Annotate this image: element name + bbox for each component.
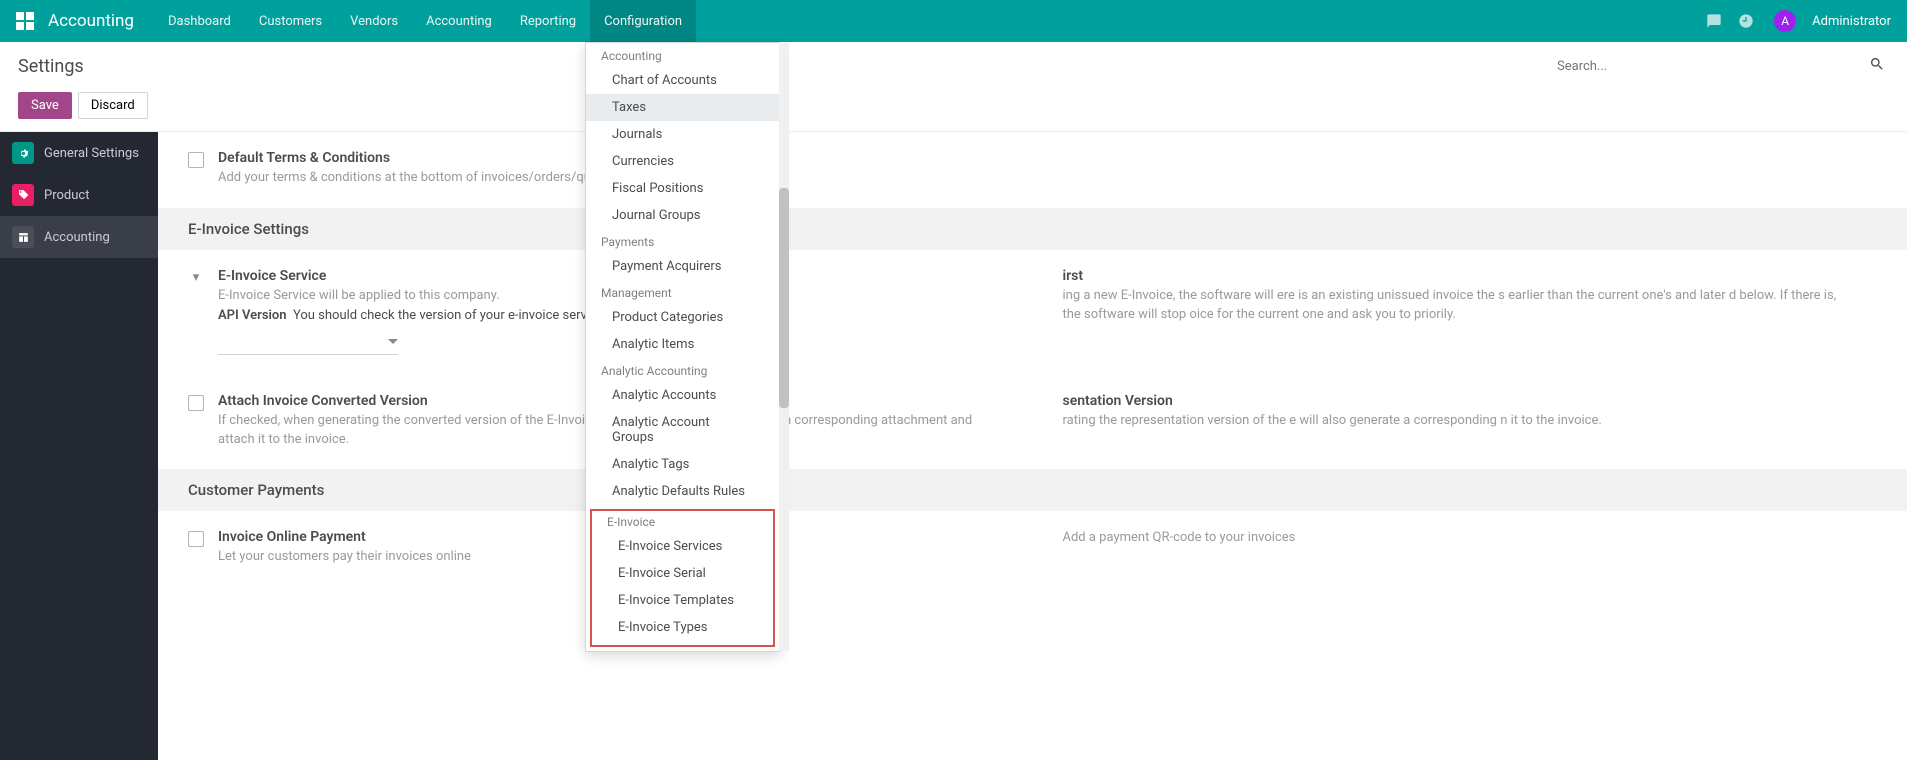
accounting-icon — [12, 226, 34, 248]
main-nav: Dashboard Customers Vendors Accounting R… — [154, 0, 696, 42]
dd-item-analytic-account-groups[interactable]: Analytic Account Groups — [586, 409, 779, 451]
dd-item-einvoice-services[interactable]: E-Invoice Services — [592, 533, 773, 560]
scrollbar-thumb[interactable] — [779, 188, 789, 408]
sidebar-item-label: General Settings — [44, 146, 139, 161]
dd-highlight-box: E-Invoice E-Invoice Services E-Invoice S… — [590, 509, 775, 647]
dd-group-management: Management — [586, 280, 779, 304]
settings-content[interactable]: Default Terms & Conditions Add your term… — [158, 132, 1907, 760]
nav-customers[interactable]: Customers — [245, 0, 336, 42]
user-name[interactable]: Administrator — [1812, 14, 1891, 29]
setting-desc: Add a payment QR-code to your invoices — [1063, 529, 1848, 548]
chat-icon[interactable] — [1706, 13, 1722, 29]
dd-item-analytic-tags[interactable]: Analytic Tags — [586, 451, 779, 478]
search-button[interactable] — [1865, 52, 1889, 80]
dd-item-analytic-defaults[interactable]: Analytic Defaults Rules — [586, 478, 779, 505]
dd-item-journal-groups[interactable]: Journal Groups — [586, 202, 779, 229]
page-title: Settings — [18, 56, 84, 77]
search-wrap — [1557, 52, 1889, 80]
checkbox-attach[interactable] — [188, 395, 204, 411]
dd-item-analytic-items[interactable]: Analytic Items — [586, 331, 779, 358]
discard-button[interactable]: Discard — [78, 92, 148, 119]
nav-dashboard[interactable]: Dashboard — [154, 0, 245, 42]
sidebar-item-label: Product — [44, 188, 89, 203]
apps-icon[interactable] — [16, 12, 34, 30]
chevron-down-icon[interactable]: ▾ — [188, 270, 204, 286]
section-einvoice: E-Invoice Settings — [158, 208, 1907, 250]
save-button[interactable]: Save — [18, 92, 72, 119]
topbar: Accounting Dashboard Customers Vendors A… — [0, 0, 1907, 42]
checkbox-terms[interactable] — [188, 152, 204, 168]
dd-group-analytic: Analytic Accounting — [586, 358, 779, 382]
nav-vendors[interactable]: Vendors — [336, 0, 412, 42]
scrollbar[interactable] — [779, 43, 789, 651]
sidebar-item-accounting[interactable]: Accounting — [0, 216, 158, 258]
sidebar-item-label: Accounting — [44, 230, 110, 245]
dd-item-chart-of-accounts[interactable]: Chart of Accounts — [586, 67, 779, 94]
settings-sidebar: General Settings Product Accounting — [0, 132, 158, 760]
brand-title[interactable]: Accounting — [48, 11, 134, 31]
setting-title: irst — [1063, 268, 1848, 284]
dd-item-payment-acquirers[interactable]: Payment Acquirers — [586, 253, 779, 280]
dd-item-einvoice-types[interactable]: E-Invoice Types — [592, 614, 773, 641]
checkbox-online-payment[interactable] — [188, 531, 204, 547]
avatar[interactable]: A — [1774, 10, 1796, 32]
config-dropdown: Accounting Chart of Accounts Taxes Journ… — [585, 42, 780, 652]
nav-reporting[interactable]: Reporting — [506, 0, 590, 42]
setting-desc: ing a new E-Invoice, the software will e… — [1063, 287, 1848, 325]
search-input[interactable] — [1557, 59, 1857, 74]
sidebar-item-product[interactable]: Product — [0, 174, 158, 216]
nav-right: A Administrator — [1706, 10, 1891, 32]
subheader: Settings — [0, 42, 1907, 84]
clock-icon[interactable] — [1738, 13, 1754, 29]
setting-desc: rating the representation version of the… — [1063, 412, 1848, 431]
dd-item-einvoice-templates[interactable]: E-Invoice Templates — [592, 587, 773, 614]
dd-item-product-categories[interactable]: Product Categories — [586, 304, 779, 331]
dd-group-payments: Payments — [586, 229, 779, 253]
dd-item-taxes[interactable]: Taxes — [586, 94, 779, 121]
dd-group-accounting: Accounting — [586, 43, 779, 67]
dd-item-currencies[interactable]: Currencies — [586, 148, 779, 175]
setting-title: sentation Version — [1063, 393, 1848, 409]
nav-accounting[interactable]: Accounting — [412, 0, 506, 42]
dd-item-fiscal-positions[interactable]: Fiscal Positions — [586, 175, 779, 202]
dd-item-journals[interactable]: Journals — [586, 121, 779, 148]
tag-icon — [12, 184, 34, 206]
section-customer-payments: Customer Payments — [158, 469, 1907, 511]
dd-item-analytic-accounts[interactable]: Analytic Accounts — [586, 382, 779, 409]
dd-item-einvoice-serial[interactable]: E-Invoice Serial — [592, 560, 773, 587]
action-bar: Save Discard — [0, 84, 1907, 132]
dd-group-einvoice: E-Invoice — [592, 511, 773, 533]
gear-icon — [12, 142, 34, 164]
sidebar-item-general[interactable]: General Settings — [0, 132, 158, 174]
nav-configuration[interactable]: Configuration — [590, 0, 696, 42]
api-version-select[interactable] — [218, 331, 398, 355]
